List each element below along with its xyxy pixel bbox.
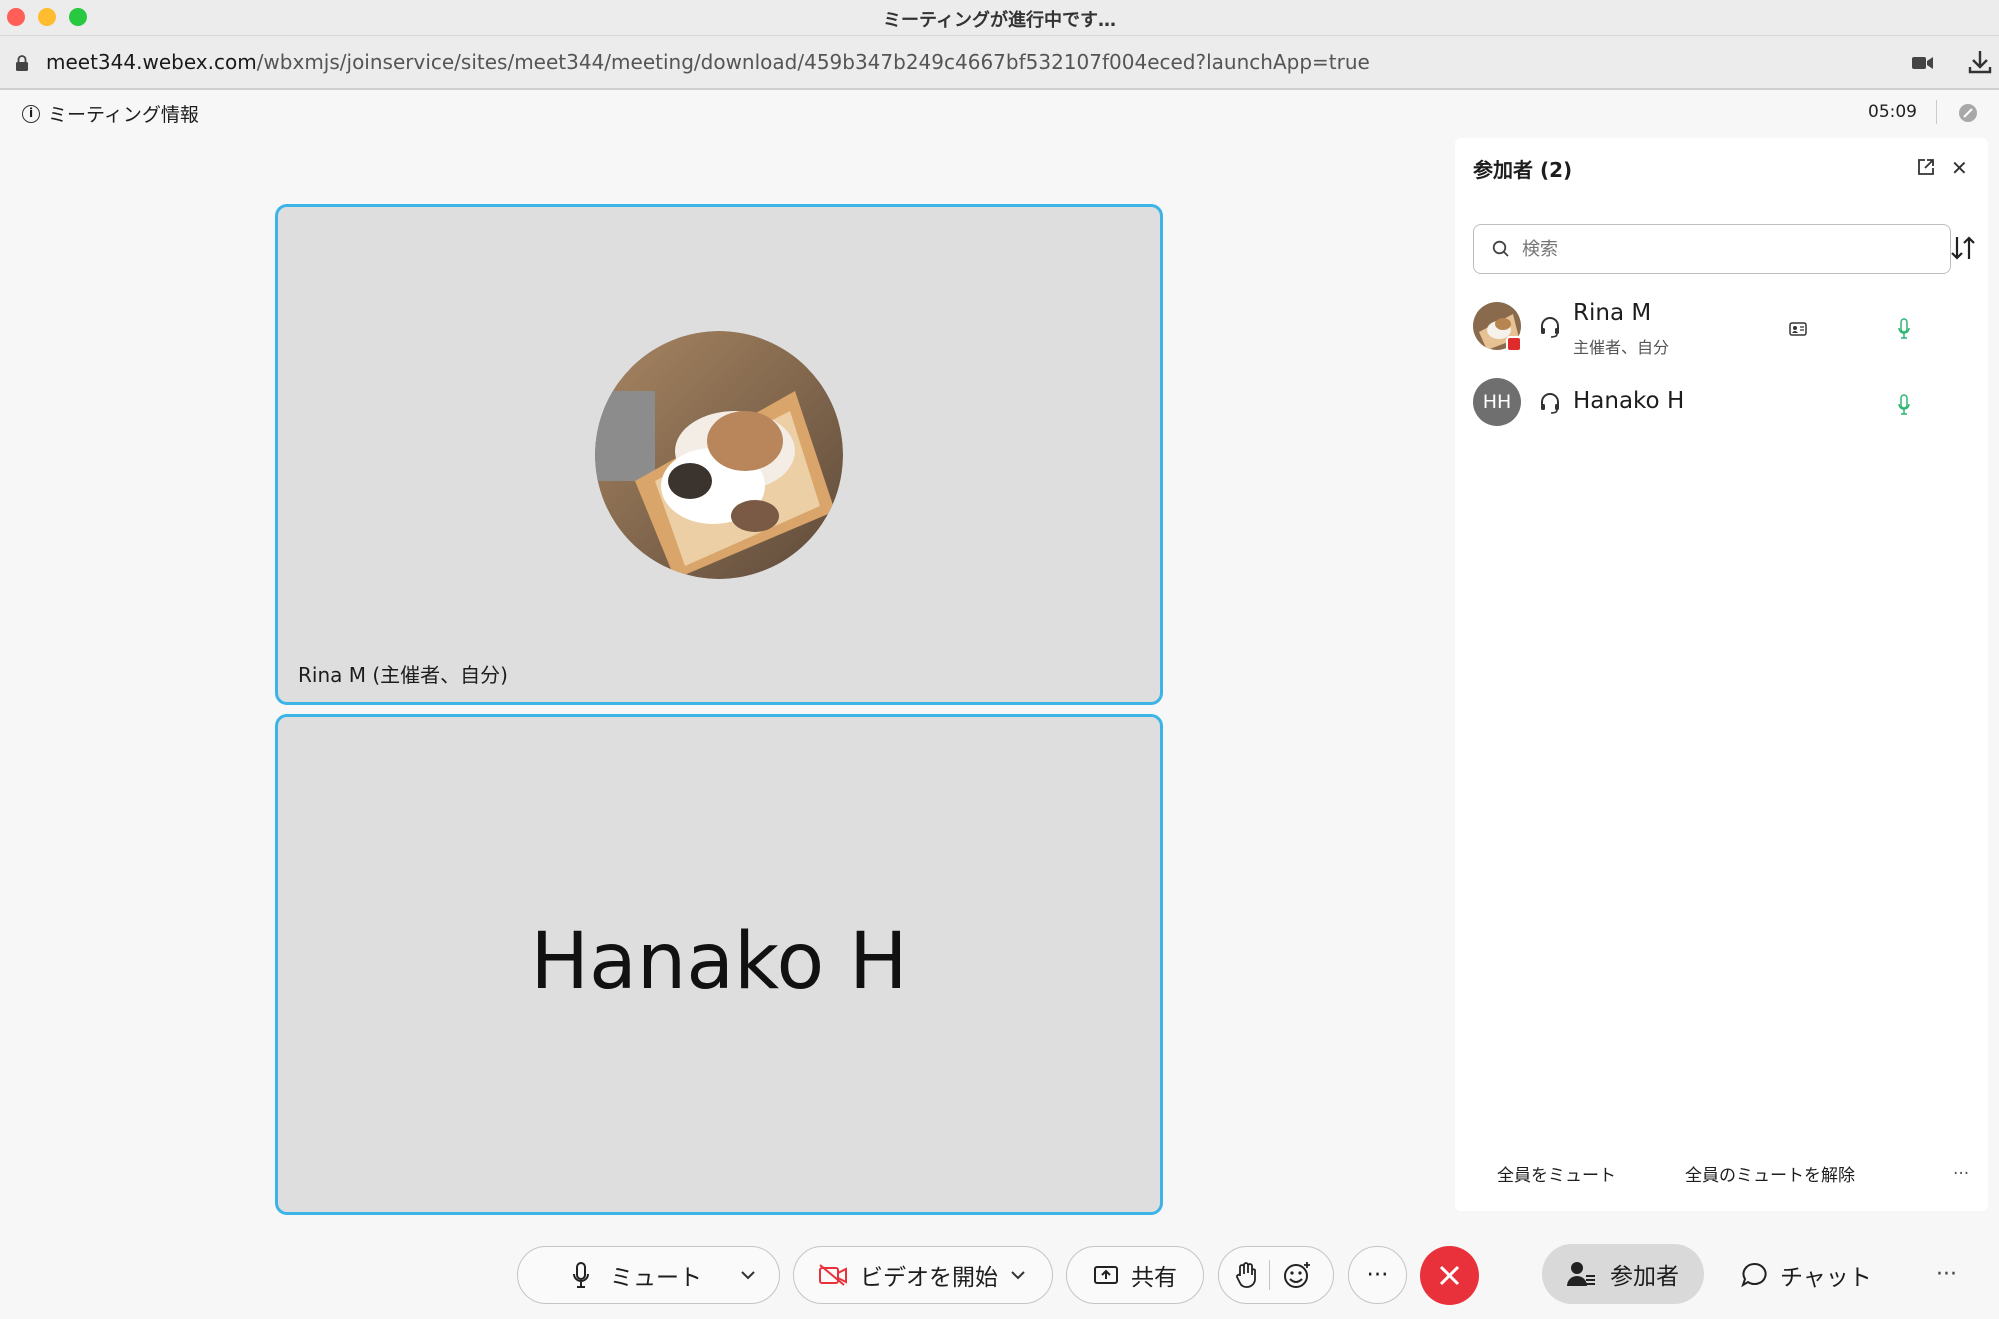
chat-bubble-icon — [1741, 1262, 1767, 1288]
more-options-button[interactable]: ··· — [1348, 1246, 1407, 1304]
close-panel-icon[interactable]: ✕ — [1951, 156, 1968, 180]
panel-more-button[interactable]: ... — [1953, 1159, 1969, 1179]
chevron-down-icon[interactable] — [740, 1270, 756, 1280]
search-input[interactable] — [1522, 235, 1922, 263]
participant-row-hanako[interactable]: HH Hanako H — [1473, 372, 1963, 432]
window-titlebar: ミーティングが進行中です… — [0, 0, 1999, 36]
share-button[interactable]: 共有 — [1066, 1246, 1204, 1304]
microphone-active-icon[interactable] — [1897, 318, 1911, 340]
video-tile-hanako[interactable]: Hanako H — [275, 714, 1163, 1215]
meeting-info-button[interactable]: i ミーティング情報 — [22, 100, 199, 127]
leave-meeting-button[interactable] — [1420, 1246, 1479, 1305]
panel-footer: 全員をミュート 全員のミュートを解除 ... — [1455, 1159, 1988, 1189]
chat-label: チャット — [1780, 1265, 1872, 1291]
mute-all-button[interactable]: 全員をミュート — [1497, 1161, 1616, 1186]
participants-button[interactable]: 参加者 — [1542, 1244, 1704, 1304]
more-label: ··· — [1366, 1262, 1389, 1288]
close-icon — [1439, 1265, 1460, 1286]
hanako-avatar: HH — [1473, 378, 1521, 426]
chevron-down-icon[interactable] — [1010, 1270, 1026, 1280]
participant-row-rina[interactable]: Rina M 主催者、自分 — [1473, 296, 1963, 357]
tile-display-name: Hanako H — [530, 917, 908, 1007]
popout-icon[interactable] — [1917, 158, 1935, 176]
url-host: meet344.webex.com — [46, 50, 257, 74]
url-path: /wbxmjs/joinservice/sites/meet344/meetin… — [256, 50, 1370, 74]
video-off-icon — [819, 1264, 847, 1286]
panel-title: 参加者 (2) — [1473, 158, 1573, 182]
camera-permission-icon[interactable] — [1912, 56, 1934, 70]
raise-hand-icon[interactable] — [1235, 1261, 1257, 1289]
mute-label: ミュート — [610, 1265, 702, 1291]
search-icon — [1492, 240, 1509, 257]
participants-icon — [1567, 1262, 1595, 1286]
meeting-info-label: ミーティング情報 — [48, 104, 199, 126]
url-text[interactable]: meet344.webex.com/wbxmjs/joinservice/sit… — [46, 50, 1370, 74]
tile-label: Rina M (主催者、自分) — [298, 663, 508, 687]
meeting-timer: 05:09 — [1868, 102, 1917, 122]
header-divider — [1936, 100, 1937, 124]
video-label: ビデオを開始 — [860, 1265, 998, 1291]
host-badge-icon — [1506, 336, 1522, 352]
info-icon: i — [22, 104, 40, 123]
connection-status-icon[interactable] — [1958, 103, 1978, 123]
headset-icon — [1541, 393, 1559, 414]
rina-avatar — [595, 331, 843, 579]
start-video-button[interactable]: ビデオを開始 — [793, 1246, 1053, 1304]
reaction-emoji-icon[interactable] — [1282, 1260, 1312, 1290]
participants-panel: 参加者 (2) ✕ Rina M 主催者、自分 — [1455, 138, 1988, 1211]
window-title: ミーティングが進行中です… — [883, 10, 1116, 31]
chat-button[interactable]: チャット — [1740, 1258, 1872, 1292]
share-icon — [1094, 1266, 1118, 1284]
lock-icon — [16, 55, 28, 71]
contact-card-icon — [1789, 322, 1807, 336]
participant-search[interactable] — [1473, 224, 1951, 274]
participant-name: Rina M — [1573, 300, 1652, 326]
reactions-divider — [1269, 1260, 1270, 1290]
participants-label: 参加者 — [1610, 1264, 1679, 1290]
address-bar[interactable]: meet344.webex.com/wbxmjs/joinservice/sit… — [0, 36, 1999, 90]
reactions-group — [1218, 1246, 1334, 1304]
unmute-all-button[interactable]: 全員のミュートを解除 — [1685, 1161, 1855, 1186]
overflow-menu-button[interactable]: ··· — [1936, 1262, 1957, 1287]
mute-button[interactable]: ミュート — [517, 1246, 780, 1304]
share-label: 共有 — [1131, 1265, 1177, 1291]
headset-icon — [1541, 317, 1559, 338]
sort-icon[interactable] — [1949, 234, 1977, 262]
microphone-active-icon[interactable] — [1897, 394, 1911, 416]
video-tile-rina[interactable]: Rina M (主催者、自分) — [275, 204, 1163, 705]
participant-role: 主催者、自分 — [1573, 338, 1670, 357]
download-icon[interactable] — [1967, 49, 1993, 75]
participant-name: Hanako H — [1573, 388, 1685, 414]
microphone-icon — [573, 1262, 589, 1288]
